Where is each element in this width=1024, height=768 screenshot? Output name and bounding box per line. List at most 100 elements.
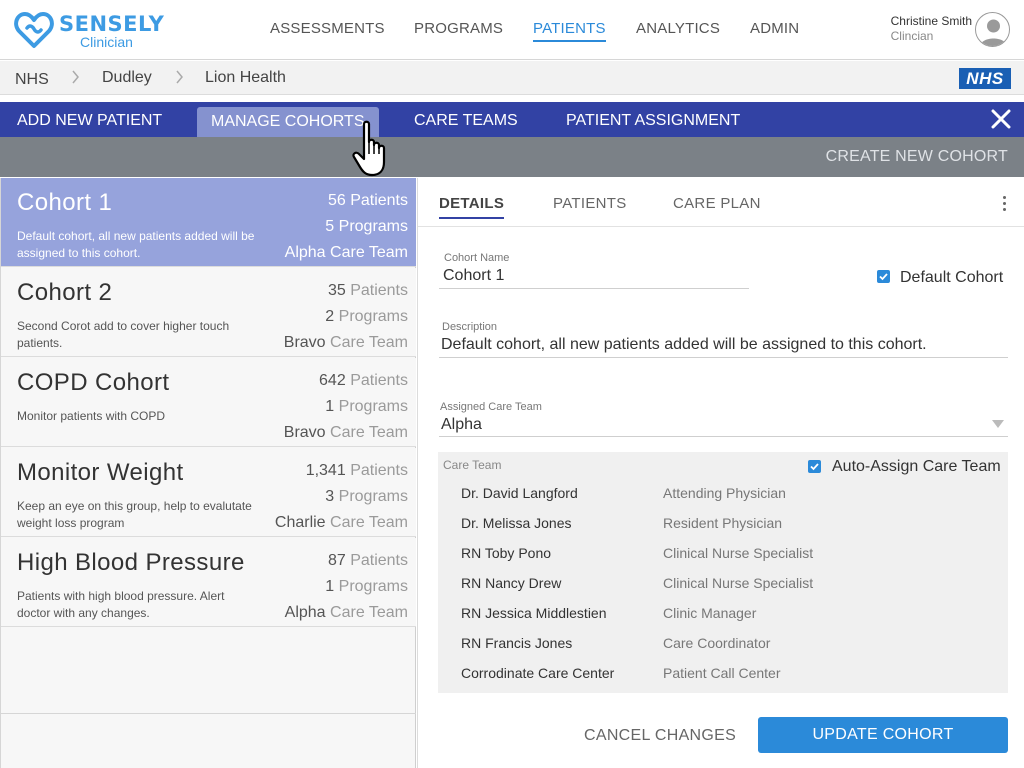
- member-role: Clinic Manager: [663, 605, 757, 621]
- cohort-title: Cohort 1: [17, 189, 113, 216]
- cohort-title: High Blood Pressure: [17, 549, 245, 576]
- member-role: Clinical Nurse Specialist: [663, 545, 814, 561]
- programs-count: 5: [325, 218, 335, 235]
- brand-name: SENSELY: [59, 12, 165, 36]
- default-cohort-label: Default Cohort: [900, 269, 1004, 286]
- patients-count: 35: [327, 282, 346, 299]
- cohort-stats: 642 Patients 1 Programs Bravo Care Team: [284, 368, 408, 446]
- cohort-name-label: Cohort Name: [444, 252, 510, 264]
- team-name: Bravo: [283, 334, 326, 351]
- cohort-detail-panel: DETAILS PATIENTS CARE PLAN Cohort Name C…: [417, 178, 1024, 768]
- patients-label: Patients: [350, 552, 408, 569]
- auto-assign-label: Auto-Assign Care Team: [832, 458, 1001, 475]
- breadcrumb: NHS Dudley Lion Health NHS: [0, 61, 1024, 95]
- patients-tab-bar: ADD NEW PATIENT MANAGE COHORTS CARE TEAM…: [0, 102, 1024, 137]
- cohort-toolbar: CREATE NEW COHORT: [0, 137, 1024, 177]
- avatar-icon[interactable]: [975, 12, 1010, 47]
- tab-care-teams[interactable]: CARE TEAMS: [414, 102, 518, 137]
- top-navigation-bar: SENSELY Clinician ASSESSMENTS PROGRAMS P…: [0, 0, 1024, 60]
- brand-subtitle: Clinician: [80, 34, 133, 50]
- patients-count: 87: [327, 552, 346, 569]
- member-name: RN Jessica Middlestien: [461, 605, 607, 621]
- cohort-title: COPD Cohort: [17, 369, 170, 396]
- tab-care-plan[interactable]: CARE PLAN: [673, 195, 761, 217]
- tab-divider: [418, 226, 1024, 227]
- nav-patients[interactable]: PATIENTS: [533, 20, 606, 42]
- member-role: Clinical Nurse Specialist: [663, 575, 814, 591]
- more-options-icon[interactable]: [1000, 196, 1008, 214]
- cohort-row-high-blood-pressure[interactable]: High Blood Pressure Patients with high b…: [1, 538, 416, 627]
- cohort-stats: 35 Patients 2 Programs Bravo Care Team: [284, 278, 408, 356]
- tab-details[interactable]: DETAILS: [439, 195, 505, 219]
- patients-label: Patients: [350, 192, 408, 209]
- chevron-down-icon[interactable]: [992, 420, 1004, 428]
- cancel-changes-button[interactable]: CANCEL CHANGES: [584, 727, 736, 745]
- programs-count: 1: [325, 578, 335, 595]
- programs-label: Programs: [338, 218, 408, 235]
- breadcrumb-item-lion-health[interactable]: Lion Health: [205, 69, 286, 87]
- default-cohort-checkbox[interactable]: [877, 270, 890, 283]
- tab-patients[interactable]: PATIENTS: [553, 195, 627, 217]
- programs-label: Programs: [338, 488, 408, 505]
- programs-count: 3: [325, 488, 335, 505]
- tab-patient-assignment[interactable]: PATIENT ASSIGNMENT: [566, 102, 740, 137]
- member-name: Dr. David Langford: [461, 485, 578, 501]
- nhs-logo: NHS: [959, 68, 1011, 89]
- member-name: Corrodinate Care Center: [461, 665, 615, 681]
- cohort-row-monitor-weight[interactable]: Monitor Weight Keep an eye on this group…: [1, 448, 416, 537]
- member-role: Care Coordinator: [663, 635, 771, 651]
- cohort-description: Default cohort, all new patients added w…: [17, 229, 255, 260]
- cohort-description: Monitor patients with COPD: [17, 409, 166, 423]
- cohort-row-cohort-1[interactable]: Cohort 1 Default cohort, all new patient…: [1, 178, 416, 267]
- description-underline: [439, 357, 1008, 358]
- update-cohort-button[interactable]: UPDATE COHORT: [758, 717, 1008, 753]
- team-name: Charlie: [274, 514, 326, 531]
- team-label: Care Team: [330, 514, 408, 531]
- cohort-stats: 87 Patients 1 Programs Alpha Care Team: [285, 548, 408, 626]
- heart-logo-icon: [14, 12, 54, 48]
- patients-count: 1,341: [305, 462, 346, 479]
- programs-label: Programs: [338, 398, 408, 415]
- programs-label: Programs: [338, 308, 408, 325]
- cohort-description: Second Corot add to cover higher touch p…: [17, 319, 230, 350]
- nav-analytics[interactable]: ANALYTICS: [636, 20, 720, 40]
- programs-label: Programs: [338, 578, 408, 595]
- cohort-description: Keep an eye on this group, help to evalu…: [17, 499, 252, 530]
- patients-count: 642: [319, 372, 346, 389]
- cohort-name-underline: [439, 288, 749, 289]
- patients-label: Patients: [350, 282, 408, 299]
- description-label: Description: [442, 321, 498, 333]
- member-role: Patient Call Center: [663, 665, 781, 681]
- auto-assign-checkbox[interactable]: [808, 460, 821, 473]
- member-name: RN Nancy Drew: [461, 575, 562, 591]
- cohort-row-cohort-2[interactable]: Cohort 2 Second Corot add to cover highe…: [1, 268, 416, 357]
- list-divider: [1, 713, 416, 714]
- nav-assessments[interactable]: ASSESSMENTS: [270, 20, 385, 40]
- cohort-name-input[interactable]: Cohort 1: [443, 267, 504, 285]
- team-label: Care Team: [330, 334, 408, 351]
- user-info[interactable]: Christine Smith Clincian: [891, 14, 972, 43]
- breadcrumb-item-dudley[interactable]: Dudley: [102, 69, 152, 87]
- tab-add-new-patient[interactable]: ADD NEW PATIENT: [17, 102, 162, 137]
- sensely-logo[interactable]: SENSELY Clinician: [14, 11, 174, 51]
- patients-label: Patients: [350, 372, 408, 389]
- programs-count: 2: [325, 308, 335, 325]
- cohort-stats: 56 Patients 5 Programs Alpha Care Team: [285, 188, 408, 266]
- chevron-right-icon: [71, 70, 80, 87]
- cohort-row-copd[interactable]: COPD Cohort Monitor patients with COPD 6…: [1, 358, 416, 447]
- cohort-title: Cohort 2: [17, 279, 113, 306]
- team-label: Care Team: [330, 424, 408, 441]
- user-role: Clincian: [890, 29, 934, 43]
- assigned-care-team-select[interactable]: Alpha: [441, 416, 482, 434]
- create-new-cohort-button[interactable]: CREATE NEW COHORT: [826, 148, 1008, 166]
- hand-cursor-icon: [352, 120, 392, 180]
- close-icon[interactable]: [990, 108, 1012, 130]
- cohort-description: Patients with high blood pressure. Alert…: [17, 589, 225, 620]
- breadcrumb-item-nhs[interactable]: NHS: [15, 71, 49, 89]
- cohort-title: Monitor Weight: [17, 459, 184, 486]
- care-team-label: Care Team: [443, 458, 502, 472]
- nav-admin[interactable]: ADMIN: [750, 20, 799, 40]
- nav-programs[interactable]: PROGRAMS: [414, 20, 503, 40]
- team-name: Bravo: [283, 424, 326, 441]
- description-input[interactable]: Default cohort, all new patients added w…: [441, 336, 927, 354]
